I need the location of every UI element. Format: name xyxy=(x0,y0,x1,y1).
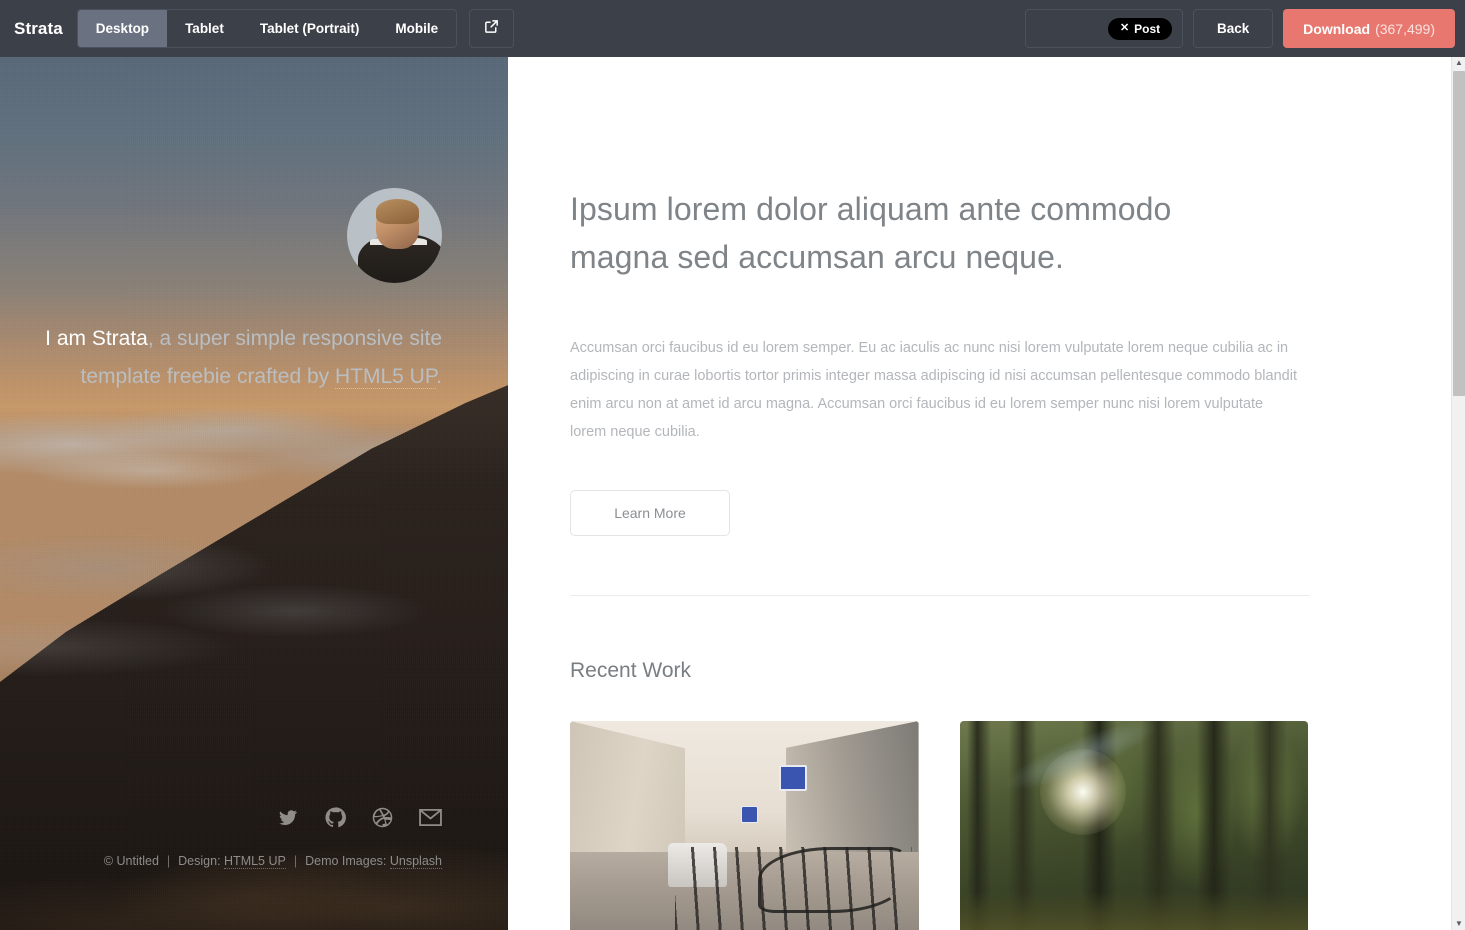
back-button[interactable]: Back xyxy=(1193,9,1274,48)
x-post-button[interactable]: ✕ Post xyxy=(1107,17,1173,40)
footer-design-label: Design: xyxy=(178,854,221,868)
brand-title: Strata xyxy=(14,18,63,38)
top-toolbar: Strata Desktop Tablet Tablet (Portrait) … xyxy=(0,0,1465,57)
social-links xyxy=(0,807,442,828)
preview-stage: I am Strata, a super simple responsive s… xyxy=(0,57,1451,930)
device-preview-tabs: Desktop Tablet Tablet (Portrait) Mobile xyxy=(76,9,458,48)
footer-images-label: Demo Images: xyxy=(305,854,387,868)
tagline-html5up-link[interactable]: HTML5 UP xyxy=(335,365,437,389)
github-icon[interactable] xyxy=(325,807,346,828)
page-headline: Ipsum lorem dolor aliquam ante commodo m… xyxy=(570,191,1172,275)
share-container: ✕ Post xyxy=(1025,9,1184,48)
tab-desktop[interactable]: Desktop xyxy=(77,10,168,47)
recent-work-title: Recent Work xyxy=(570,659,691,682)
twitter-icon[interactable] xyxy=(277,808,299,827)
dribbble-icon[interactable] xyxy=(372,807,393,828)
tab-tablet[interactable]: Tablet xyxy=(167,10,242,47)
site-main-content: Ipsum lorem dolor aliquam ante commodo m… xyxy=(508,57,1451,930)
tab-tablet-portrait[interactable]: Tablet (Portrait) xyxy=(242,10,378,47)
avatar-hair xyxy=(375,199,420,225)
thumbnail-forest-sun[interactable] xyxy=(959,721,1308,930)
learn-more-button[interactable]: Learn More xyxy=(570,490,730,536)
scrollbar-thumb[interactable] xyxy=(1453,71,1465,396)
thumbnail-street-bikes[interactable] xyxy=(570,721,919,930)
thumb1-parking-sign xyxy=(779,764,807,791)
sidebar-footer: © Untitled | Design: HTML5 UP | Demo Images:… xyxy=(0,854,442,869)
external-link-icon xyxy=(483,18,500,40)
tagline-end: . xyxy=(436,365,442,388)
sidebar-tagline: I am Strata, a super simple responsive s… xyxy=(0,320,442,396)
tagline-highlight: I am Strata xyxy=(45,327,148,350)
download-label: Download xyxy=(1303,20,1371,37)
thumb2-forest-floor xyxy=(959,891,1308,930)
scroll-down-arrow-icon[interactable]: ▼ xyxy=(1452,918,1465,930)
download-count: (367,499) xyxy=(1375,20,1435,37)
scroll-up-arrow-icon[interactable]: ▲ xyxy=(1452,57,1465,69)
footer-separator-1: | xyxy=(166,854,171,868)
x-post-label: Post xyxy=(1134,21,1161,36)
open-in-new-window-button[interactable] xyxy=(469,9,515,48)
vertical-scrollbar[interactable]: ▲ ▼ xyxy=(1451,57,1465,930)
download-button[interactable]: Download (367,499) xyxy=(1283,9,1455,48)
footer-unsplash-link[interactable]: Unsplash xyxy=(389,854,442,869)
thumb1-parking-sign-far xyxy=(740,806,759,824)
site-sidebar: I am Strata, a super simple responsive s… xyxy=(0,57,508,930)
toolbar-right-actions: ✕ Post Back Download (367,499) xyxy=(1025,9,1455,48)
recent-work-gallery xyxy=(570,721,1308,930)
footer-copyright: © Untitled xyxy=(103,854,159,868)
footer-separator-2: | xyxy=(293,854,298,868)
email-icon[interactable] xyxy=(419,808,442,827)
footer-html5up-link[interactable]: HTML5 UP xyxy=(224,854,286,869)
thumb1-bicycle xyxy=(758,847,905,913)
avatar xyxy=(347,188,442,283)
section-divider xyxy=(570,595,1310,596)
page-body-text: Accumsan orci faucibus id eu lorem sempe… xyxy=(570,340,1297,440)
x-logo-icon: ✕ xyxy=(1119,22,1130,34)
tab-mobile[interactable]: Mobile xyxy=(377,10,456,47)
